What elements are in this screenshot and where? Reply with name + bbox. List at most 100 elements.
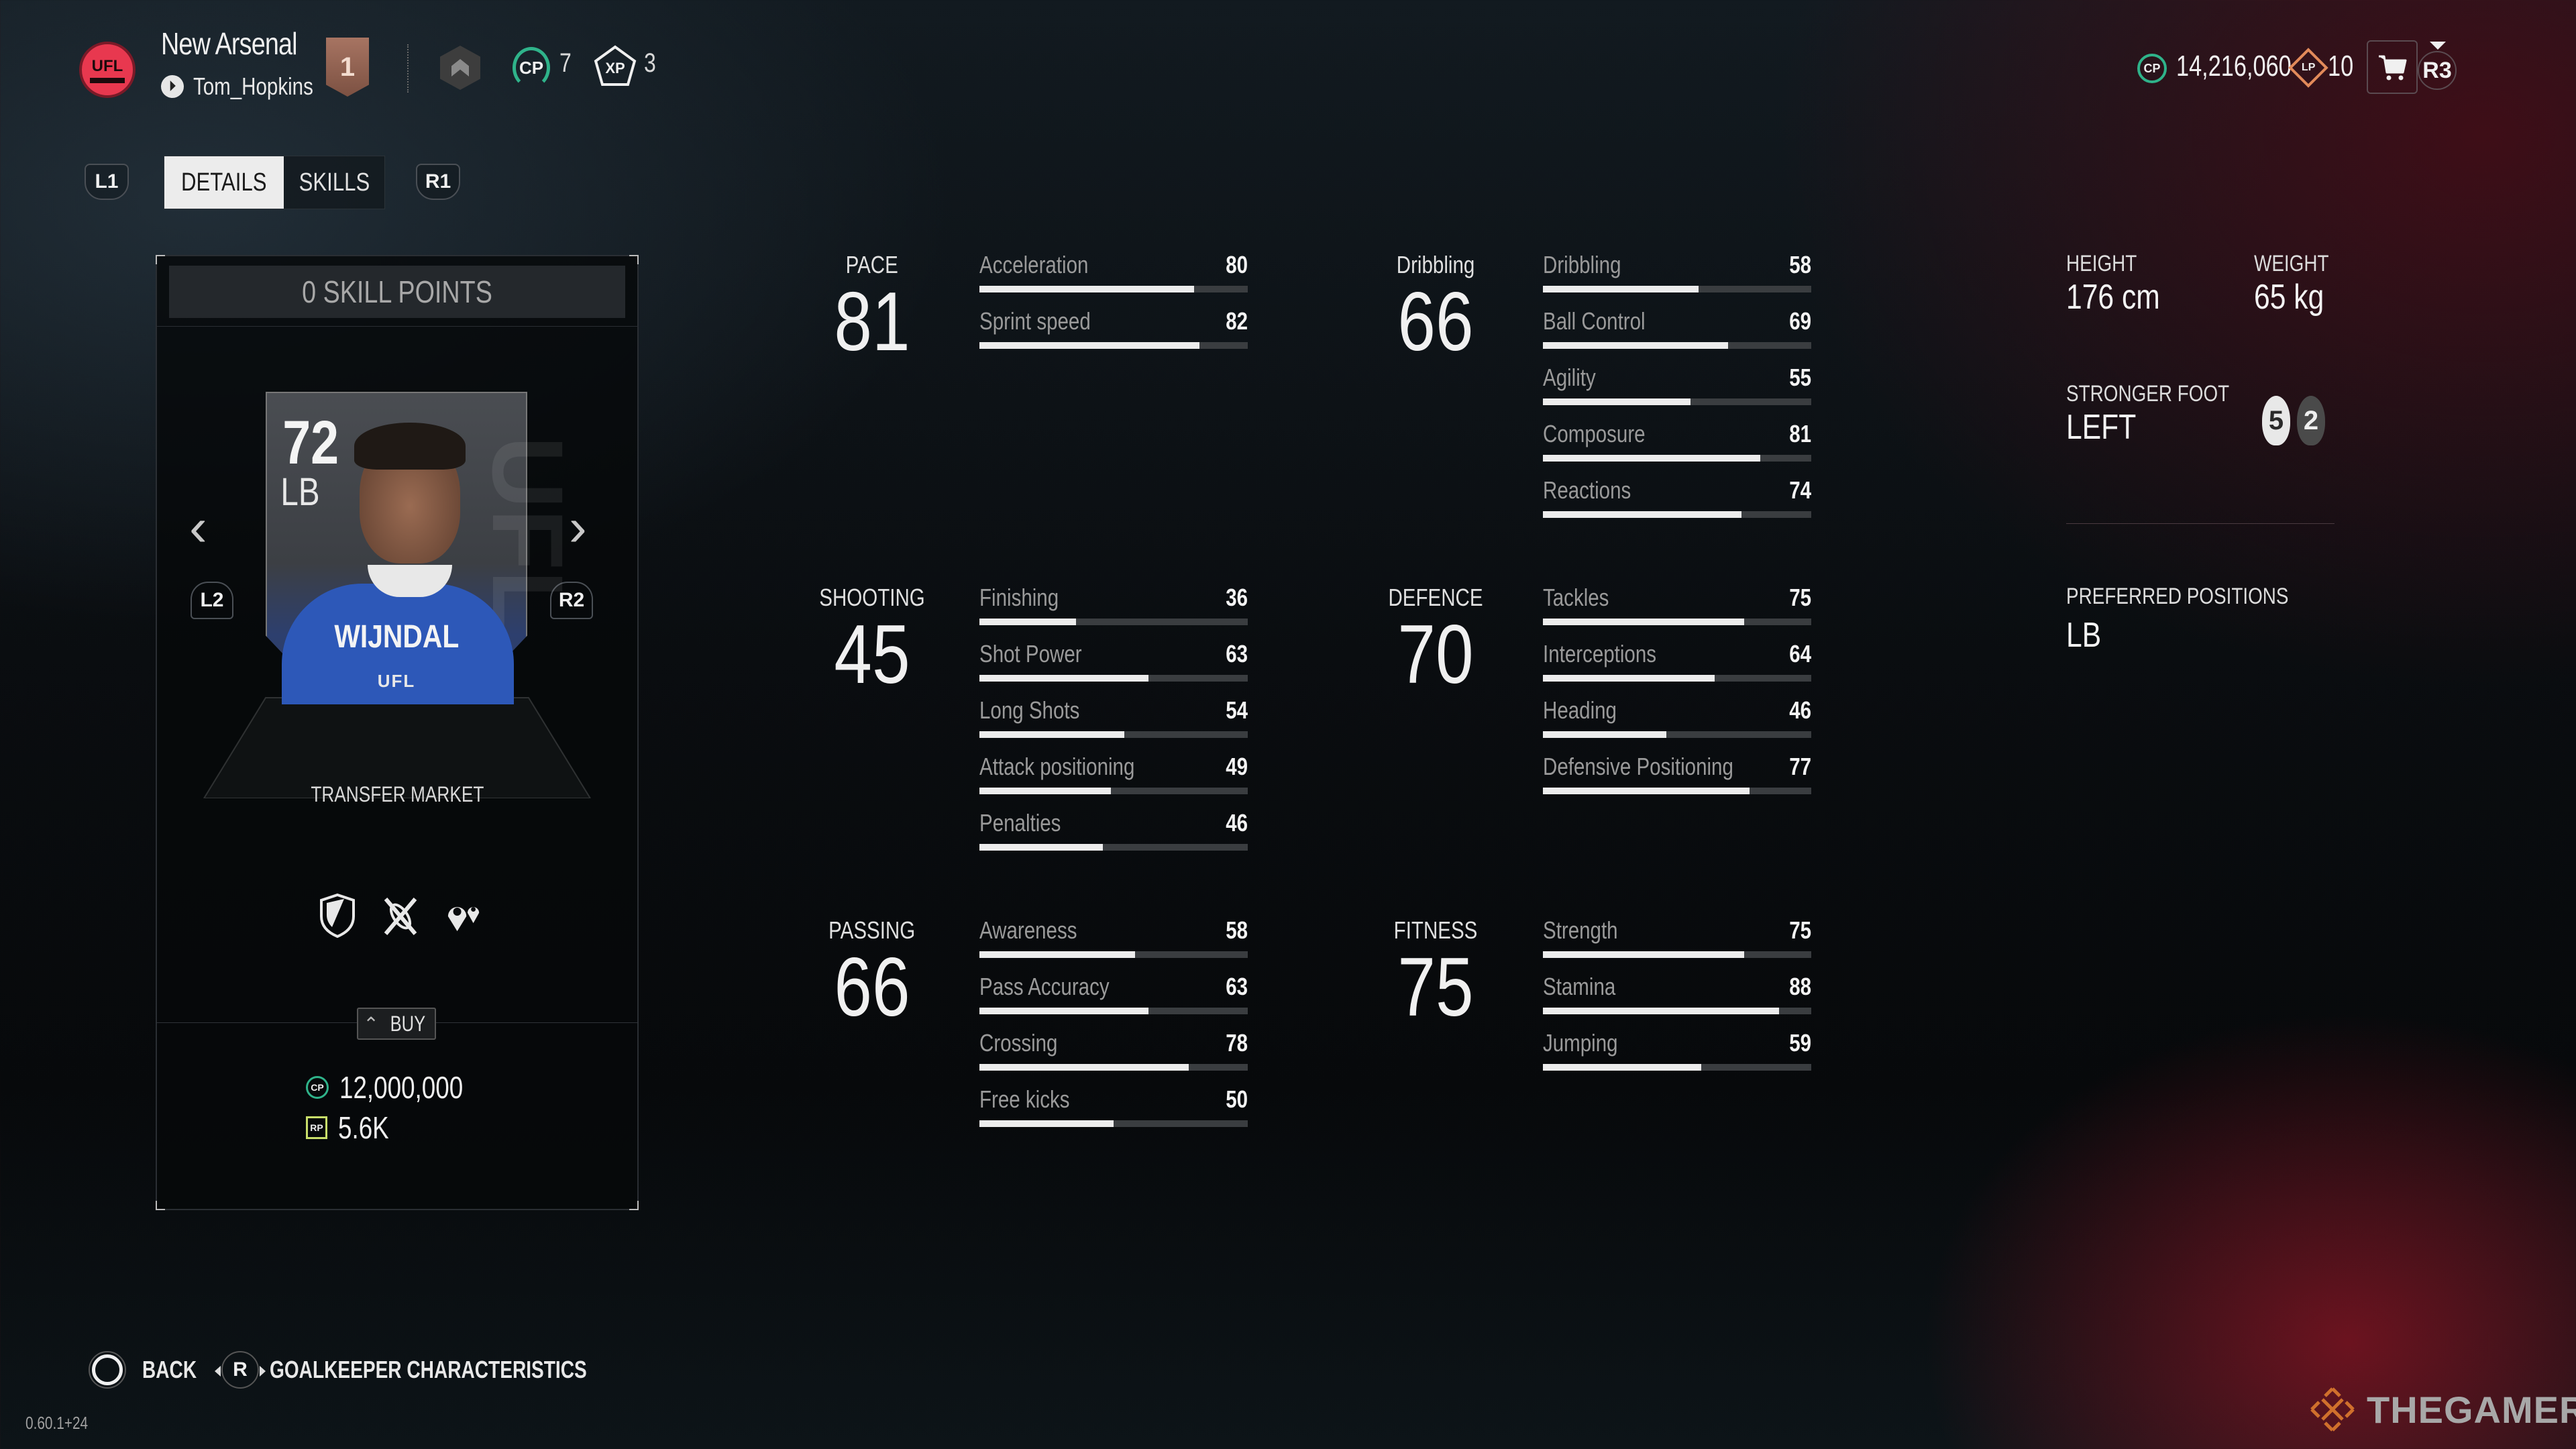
attribute-row: Composure 81 (1543, 420, 1811, 476)
tab-skills[interactable]: SKILLS (284, 156, 384, 209)
strong-foot-rating-icon: 5 (2262, 396, 2290, 445)
attribute-row: Free kicks 50 (979, 1085, 1248, 1142)
attribute-bar-fill (1543, 1008, 1779, 1014)
circle-button-icon (89, 1351, 126, 1389)
attribute-bar-track (1543, 675, 1811, 682)
attribute-bar-fill (1543, 455, 1760, 462)
stat-group-label: DEFENCE (1368, 584, 1503, 612)
stat-group-label-text: PACE (845, 251, 899, 278)
triangle-button-icon: ⌃ (363, 1013, 379, 1034)
attribute-row: Shot Power 63 (979, 640, 1248, 696)
attribute-bar-fill (979, 731, 1124, 738)
stat-group-value: 45 (805, 613, 939, 696)
skill-points-text: 0 SKILL POINTS (302, 274, 492, 309)
attribute-value: 49 (1221, 753, 1248, 781)
stat-group-value: 81 (805, 280, 939, 364)
attribute-value-text: 59 (1789, 1029, 1811, 1057)
attribute-bar-track (1543, 1064, 1811, 1071)
attribute-name-text: Shot Power (979, 640, 1082, 667)
attribute-row: Attack positioning 49 (979, 753, 1248, 809)
attribute-value-text: 80 (1226, 251, 1248, 278)
thegamer-wordmark: THEGAMER (2367, 1388, 2576, 1431)
panel-corner (629, 255, 639, 264)
attribute-name-text: Jumping (1543, 1029, 1618, 1057)
tab-details-label: DETAILS (181, 168, 267, 197)
attribute-value: 59 (1784, 1029, 1811, 1057)
attribute-value: 82 (1221, 307, 1248, 335)
stat-group-label: SHOOTING (805, 584, 939, 612)
thegamer-logo-icon (2310, 1387, 2355, 1432)
attribute-row: Dribbling 58 (1543, 251, 1811, 307)
stat-group-label-text: FITNESS (1393, 916, 1478, 944)
attribute-value: 55 (1784, 364, 1811, 392)
attribute-value: 75 (1784, 916, 1811, 945)
weak-foot-rating-icon: 2 (2297, 396, 2325, 445)
attribute-bar-track (979, 342, 1248, 349)
attribute-row: Stamina 88 (1543, 973, 1811, 1029)
panel-corner (156, 1201, 165, 1210)
weight-label: WEIGHT (2254, 251, 2329, 276)
cart-icon (2379, 55, 2407, 80)
stat-group-value-text: 81 (834, 276, 910, 368)
tab-details[interactable]: DETAILS (164, 156, 284, 209)
header-divider (407, 44, 409, 93)
location-pins-icon (447, 907, 480, 932)
stat-group-value-text: 45 (834, 608, 910, 701)
attribute-bar-fill (1543, 619, 1744, 625)
attribute-row: Agility 55 (1543, 364, 1811, 420)
preferred-positions-label: PREFERRED POSITIONS (2066, 584, 2289, 609)
attribute-name: Dribbling (1543, 251, 1638, 279)
attribute-value-text: 82 (1226, 307, 1248, 335)
buy-label: BUY (390, 1011, 426, 1036)
attribute-name-text: Awareness (979, 916, 1077, 944)
attribute-value-text: 58 (1226, 916, 1248, 944)
stat-group-label-text: PASSING (828, 916, 916, 944)
r1-next-tab-button[interactable]: R1 (416, 164, 460, 200)
stronger-foot-value: LEFT (2066, 408, 2137, 447)
crossed-tools-icon (384, 898, 417, 935)
skill-points-banner: 0 SKILL POINTS (169, 266, 625, 318)
weight-block: WEIGHT 65 kg (2254, 251, 2345, 317)
prev-player-arrow[interactable]: ‹ (189, 496, 207, 558)
tab-bar: DETAILS SKILLS (164, 156, 385, 209)
l2-prev-player-button[interactable]: L2 (191, 582, 233, 619)
l1-prev-tab-button[interactable]: L1 (85, 164, 129, 200)
info-divider (2066, 523, 2334, 524)
attribute-name-text: Free kicks (979, 1085, 1070, 1113)
attribute-bar-fill (1543, 398, 1690, 405)
attribute-bar-track (979, 675, 1248, 682)
club-logo: UFL (79, 42, 136, 98)
attribute-value-text: 69 (1789, 307, 1811, 335)
attribute-name: Penalties (979, 809, 1079, 837)
attribute-name-text: Ball Control (1543, 307, 1646, 335)
attribute-value: 63 (1221, 973, 1248, 1001)
buy-button[interactable]: ⌃ BUY (357, 1008, 436, 1040)
attribute-name-text: Reactions (1543, 476, 1631, 504)
attribute-value: 46 (1784, 696, 1811, 724)
attribute-row: Acceleration 80 (979, 251, 1248, 307)
attribute-bar-track (979, 788, 1248, 794)
cp-currency-label: CP (2143, 61, 2161, 75)
attribute-bar-track (979, 1064, 1248, 1071)
attribute-value-text: 78 (1226, 1029, 1248, 1057)
stat-group-label-text: SHOOTING (819, 584, 925, 611)
attribute-bar-track (979, 951, 1248, 958)
attribute-bar-track (1543, 286, 1811, 292)
attribute-value: 64 (1784, 640, 1811, 668)
card-brand: UFL (377, 671, 416, 691)
r3-menu-button[interactable]: R3 (2418, 42, 2457, 91)
back-label: BACK (142, 1356, 197, 1383)
division-rank-value: 1 (339, 52, 356, 82)
attribute-name: Ball Control (1543, 307, 1668, 335)
goalkeeper-characteristics-button[interactable]: R GOALKEEPER CHARACTERISTICS (215, 1351, 676, 1389)
back-button[interactable]: BACK (89, 1351, 212, 1389)
store-button[interactable] (2367, 40, 2418, 94)
attribute-name: Acceleration (979, 251, 1112, 279)
attribute-bar-fill (979, 788, 1111, 794)
attribute-row: Jumping 59 (1543, 1029, 1811, 1085)
attribute-bar-track (979, 1120, 1248, 1127)
attribute-row: Reactions 74 (1543, 476, 1811, 533)
weight-value: 65 kg (2254, 278, 2324, 317)
attribute-row: Finishing 36 (979, 584, 1248, 640)
league-rank-icon (440, 46, 480, 90)
